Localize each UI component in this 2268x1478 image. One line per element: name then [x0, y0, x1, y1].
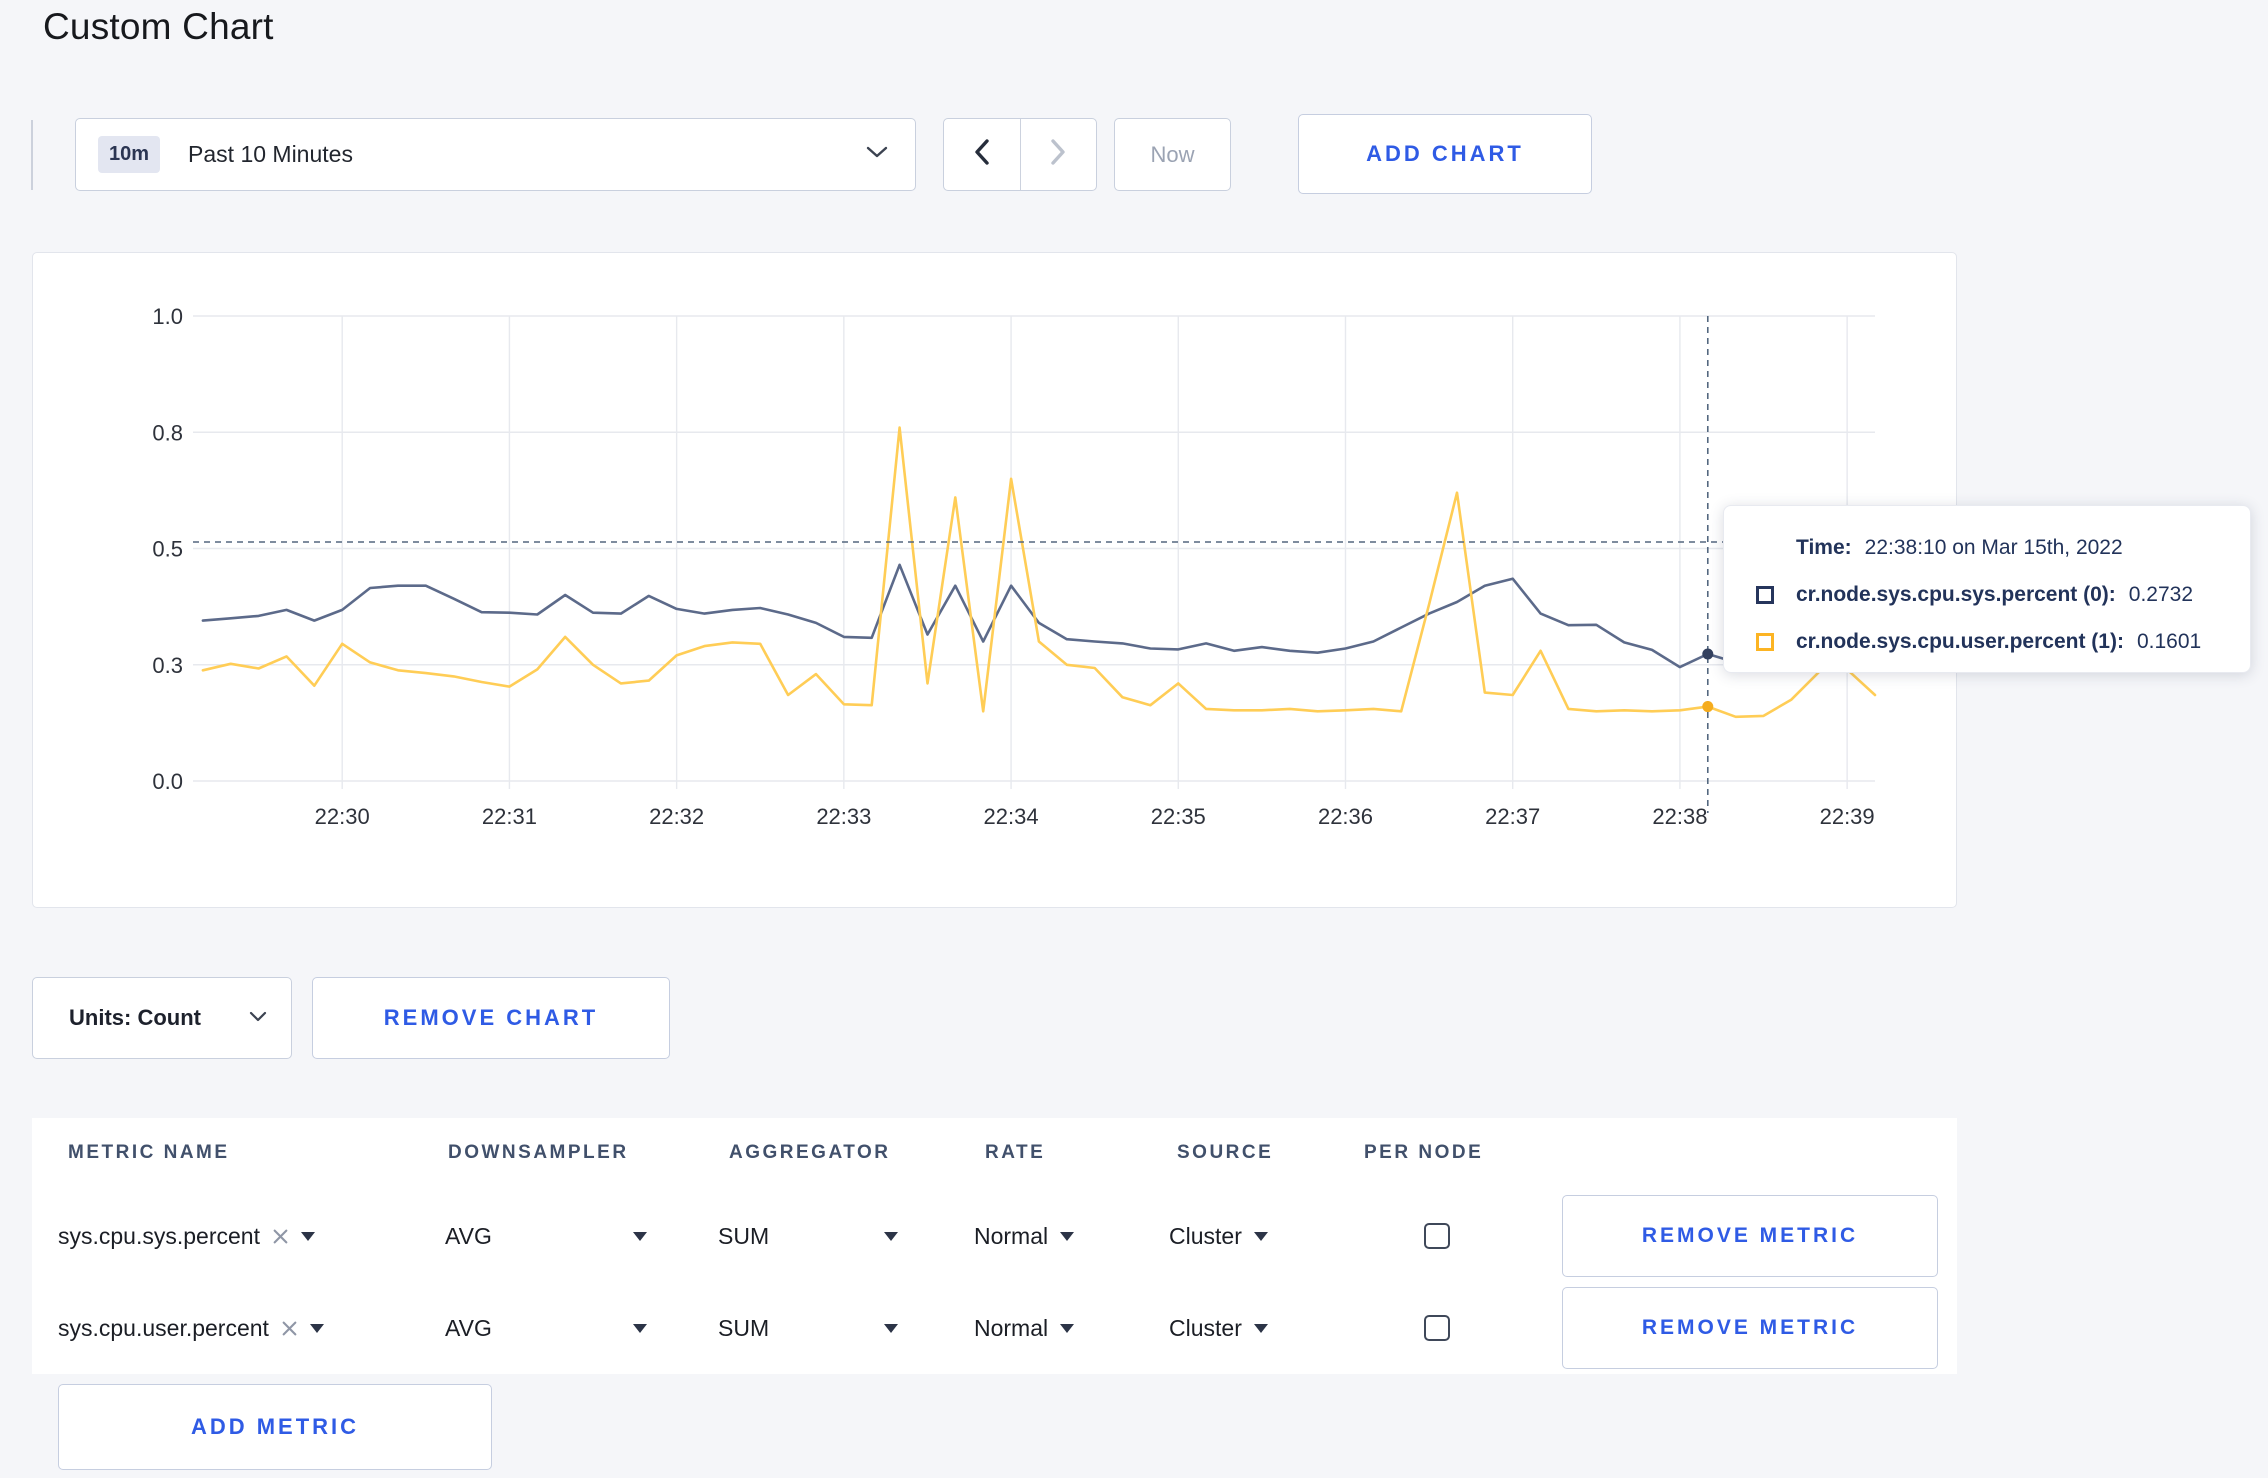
metric-name-value: sys.cpu.user.percent [58, 1314, 269, 1341]
tooltip-series-row: cr.node.sys.cpu.sys.percent (0): 0.2732 [1756, 571, 2224, 618]
remove-metric-button[interactable]: REMOVE METRIC [1562, 1287, 1938, 1369]
aggregator-select[interactable]: SUM [718, 1282, 898, 1374]
chart-canvas[interactable]: 0.0 0.3 0.5 0.8 1.0 22:30 22:31 22:32 22:33 22:34… [33, 253, 1958, 909]
x-axis-tick-label: 22:35 [1151, 804, 1206, 829]
toolbar-left-divider [31, 120, 33, 190]
metric-name-select[interactable]: sys.cpu.sys.percent [58, 1190, 315, 1282]
downsampler-select[interactable]: AVG [445, 1190, 647, 1282]
y-axis-tick-label: 0.8 [152, 420, 183, 445]
clear-metric-x-icon[interactable] [272, 1228, 289, 1245]
x-axis-tick-label: 22:31 [482, 804, 537, 829]
tooltip-series-row: cr.node.sys.cpu.user.percent (1): 0.1601 [1756, 618, 2224, 665]
hover-marker [1702, 648, 1714, 660]
y-axis-tick-label: 1.0 [152, 304, 183, 329]
downsampler-value: AVG [445, 1222, 492, 1249]
page-title: Custom Chart [43, 6, 274, 47]
source-select[interactable]: Cluster [1169, 1190, 1268, 1282]
source-value: Cluster [1169, 1314, 1242, 1341]
tooltip-series-value: 0.2732 [2128, 582, 2194, 606]
tooltip-time-label: Time: [1796, 535, 1852, 559]
x-axis-tick-label: 22:33 [816, 804, 871, 829]
chevron-down-icon [249, 1009, 267, 1027]
units-dropdown[interactable]: Units: Count [32, 977, 292, 1059]
column-header-metric-name: METRIC NAME [68, 1142, 230, 1163]
per-node-checkbox[interactable] [1424, 1223, 1450, 1249]
downsampler-value: AVG [445, 1314, 492, 1341]
tooltip-series-value: 0.1601 [2136, 629, 2202, 653]
units-label: Units: Count [69, 1005, 201, 1030]
add-metric-button[interactable]: ADD METRIC [58, 1384, 492, 1470]
tooltip-series-name: cr.node.sys.cpu.user.percent (1): [1796, 629, 2124, 653]
column-header-source: SOURCE [1177, 1142, 1274, 1163]
hover-marker [1702, 701, 1714, 713]
remove-chart-button[interactable]: REMOVE CHART [312, 977, 670, 1059]
series-line-cr.node.sys.cpu.user.percent [201, 426, 1877, 719]
select-caret-icon [1253, 1323, 1268, 1333]
select-caret-icon [1253, 1231, 1268, 1241]
y-axis-tick-label: 0.3 [152, 653, 183, 678]
source-select[interactable]: Cluster [1169, 1282, 1268, 1374]
tooltip-time-value: 22:38:10 on Mar 15th, 2022 [1864, 535, 2123, 559]
metric-row: sys.cpu.user.percent AVG SUM Normal Cluster R… [32, 1282, 1957, 1374]
time-step-forward-button[interactable] [1021, 119, 1097, 190]
per-node-cell [1424, 1282, 1450, 1374]
per-node-cell [1424, 1190, 1450, 1282]
tooltip-time-row: Time: 22:38:10 on Mar 15th, 2022 [1756, 524, 2224, 571]
x-axis-tick-label: 22:37 [1485, 804, 1540, 829]
x-axis-tick-label: 22:39 [1820, 804, 1875, 829]
tooltip-series-name: cr.node.sys.cpu.sys.percent (0): [1796, 582, 2116, 606]
select-caret-icon [884, 1323, 898, 1333]
series-line-cr.node.sys.cpu.sys.percent [201, 563, 1877, 669]
time-step-back-button[interactable] [944, 119, 1021, 190]
select-caret-icon [884, 1231, 898, 1241]
metric-name-select[interactable]: sys.cpu.user.percent [58, 1282, 324, 1374]
column-header-per-node: PER NODE [1364, 1142, 1484, 1163]
time-range-badge: 10m [98, 136, 161, 173]
select-caret-icon [300, 1231, 315, 1241]
chart-card: 0.0 0.3 0.5 0.8 1.0 22:30 22:31 22:32 22:33 22:34… [32, 252, 1957, 908]
rate-select[interactable]: Normal [974, 1282, 1075, 1374]
time-step-group [943, 118, 1097, 191]
time-range-dropdown[interactable]: 10m Past 10 Minutes [75, 118, 916, 191]
rate-value: Normal [974, 1222, 1049, 1249]
select-caret-icon [309, 1323, 324, 1333]
aggregator-value: SUM [718, 1222, 770, 1249]
chart-hover-tooltip: Time: 22:38:10 on Mar 15th, 2022 cr.node… [1723, 505, 2251, 673]
per-node-checkbox[interactable] [1424, 1315, 1450, 1341]
metrics-table-header: METRIC NAME DOWNSAMPLER AGGREGATOR RATE SOUR… [32, 1118, 1957, 1190]
remove-metric-button[interactable]: REMOVE METRIC [1562, 1195, 1938, 1277]
aggregator-value: SUM [718, 1314, 770, 1341]
rate-value: Normal [974, 1314, 1049, 1341]
select-caret-icon [633, 1323, 647, 1333]
x-axis-tick-label: 22:32 [649, 804, 704, 829]
chevron-right-icon [1049, 138, 1067, 171]
chevron-left-icon [973, 138, 991, 171]
add-chart-button[interactable]: ADD CHART [1298, 114, 1592, 194]
series-swatch-icon [1756, 632, 1774, 651]
source-value: Cluster [1169, 1222, 1242, 1249]
time-range-label: Past 10 Minutes [188, 141, 353, 167]
clear-metric-x-icon[interactable] [281, 1320, 298, 1337]
x-axis-tick-label: 22:36 [1318, 804, 1373, 829]
y-axis-tick-label: 0.5 [152, 537, 183, 562]
x-axis-tick-label: 22:30 [315, 804, 370, 829]
y-axis-tick-label: 0.0 [152, 769, 183, 794]
column-header-aggregator: AGGREGATOR [729, 1142, 891, 1163]
series-swatch-icon [1756, 585, 1774, 604]
aggregator-select[interactable]: SUM [718, 1190, 898, 1282]
select-caret-icon [1060, 1323, 1075, 1333]
rate-select[interactable]: Normal [974, 1190, 1075, 1282]
metrics-table: METRIC NAME DOWNSAMPLER AGGREGATOR RATE SOUR… [32, 1118, 1957, 1374]
metric-name-value: sys.cpu.sys.percent [58, 1222, 260, 1249]
select-caret-icon [1060, 1231, 1075, 1241]
downsampler-select[interactable]: AVG [445, 1282, 647, 1374]
now-button[interactable]: Now [1114, 118, 1231, 191]
column-header-rate: RATE [985, 1142, 1046, 1163]
x-axis-tick-label: 22:38 [1652, 804, 1707, 829]
select-caret-icon [633, 1231, 647, 1241]
metric-row: sys.cpu.sys.percent AVG SUM Normal Cluster RE… [32, 1190, 1957, 1282]
chevron-down-icon [865, 145, 889, 164]
x-axis-tick-label: 22:34 [984, 804, 1039, 829]
column-header-downsampler: DOWNSAMPLER [448, 1142, 629, 1163]
